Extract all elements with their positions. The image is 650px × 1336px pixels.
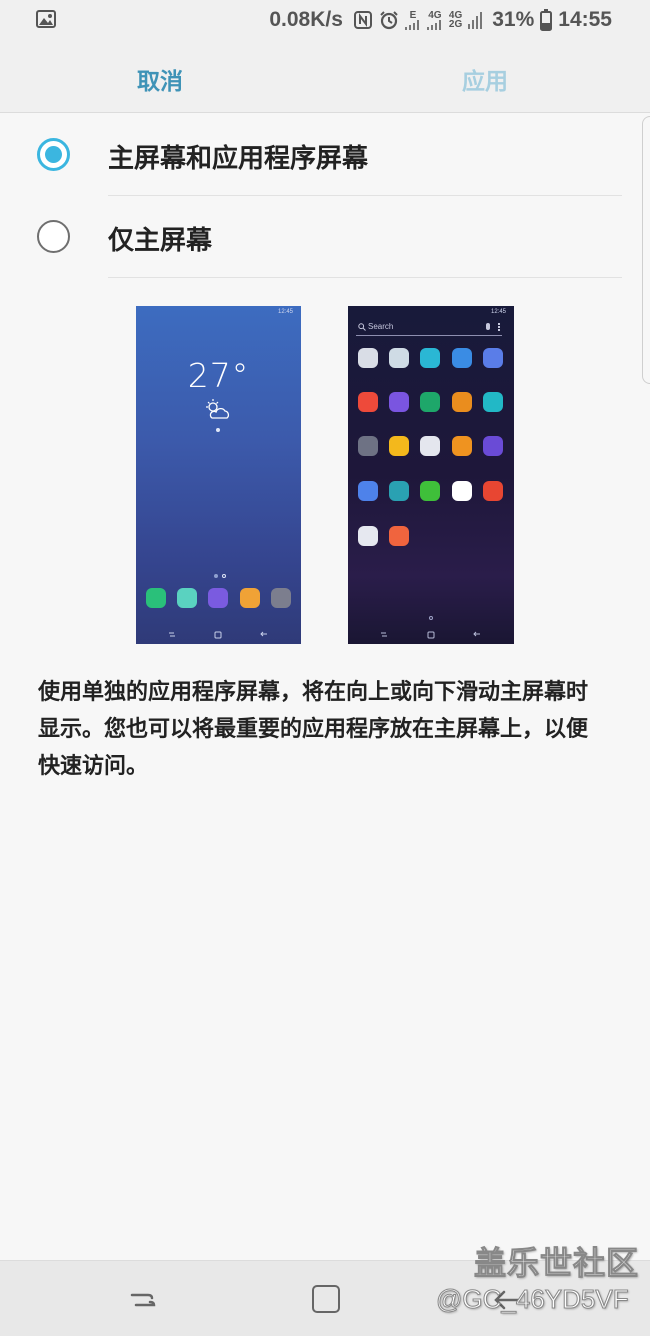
gallery-icon bbox=[36, 10, 56, 28]
option-label: 仅主屏幕 bbox=[108, 226, 213, 256]
description-text: 使用单独的应用程序屏幕，将在向上或向下滑动主屏幕时显示。您也可以将最重要的应用程… bbox=[38, 680, 589, 779]
app-icon bbox=[483, 348, 503, 368]
more-options-icon bbox=[498, 323, 500, 331]
page-indicator-dot bbox=[214, 574, 218, 578]
preview-search-bar: Search bbox=[356, 320, 502, 336]
status-time: 14:55 bbox=[558, 8, 612, 31]
preview-status-time: 12:45 bbox=[490, 309, 506, 315]
app-icon bbox=[420, 481, 440, 501]
apply-button[interactable]: 应用 bbox=[462, 62, 508, 96]
app-icon bbox=[389, 348, 409, 368]
nfc-icon bbox=[353, 11, 372, 29]
dock-app-icon bbox=[240, 588, 260, 608]
app-icon bbox=[389, 436, 409, 456]
back-icon bbox=[260, 631, 267, 637]
weather-icon bbox=[206, 399, 230, 419]
recent-apps-icon[interactable] bbox=[128, 1285, 158, 1315]
scroll-indicator bbox=[642, 116, 650, 384]
watermark-brand: 盖乐世社区 bbox=[473, 1244, 640, 1283]
preview-weather-temp: 27° bbox=[187, 356, 250, 395]
search-placeholder: Search bbox=[368, 322, 394, 331]
app-icon bbox=[483, 481, 503, 501]
app-icon bbox=[483, 436, 503, 456]
app-icon bbox=[389, 526, 409, 546]
cancel-button[interactable]: 取消 bbox=[137, 62, 183, 96]
recent-apps-icon bbox=[381, 632, 387, 637]
battery-percent: 31% bbox=[492, 8, 535, 31]
recent-apps-icon bbox=[169, 632, 175, 637]
option-home-and-apps[interactable]: 主屏幕和应用程序屏幕 bbox=[0, 114, 622, 196]
app-icon bbox=[358, 526, 378, 546]
dot bbox=[216, 428, 220, 432]
back-icon bbox=[473, 631, 480, 637]
mic-icon bbox=[486, 323, 490, 330]
app-icon bbox=[389, 481, 409, 501]
alarm-icon bbox=[380, 11, 398, 30]
radio-button[interactable] bbox=[37, 220, 70, 253]
option-home-only[interactable]: 仅主屏幕 bbox=[0, 196, 622, 278]
apps-screen-preview: 12:45 Search bbox=[348, 306, 514, 644]
network-speed: 0.08K/s bbox=[269, 8, 343, 31]
app-icon bbox=[452, 392, 472, 412]
app-icon bbox=[389, 392, 409, 412]
app-icon bbox=[420, 392, 440, 412]
network-type-e: E bbox=[404, 10, 421, 30]
radio-button-selected[interactable] bbox=[37, 138, 70, 171]
watermark-user: @GC_46YD5VF bbox=[436, 1284, 630, 1315]
signal-icon bbox=[468, 12, 483, 29]
app-icon bbox=[358, 392, 378, 412]
app-icon bbox=[420, 348, 440, 368]
action-bar: 取消 应用 bbox=[0, 40, 650, 113]
app-icon bbox=[358, 348, 378, 368]
page-indicator-home bbox=[222, 574, 226, 578]
app-icon bbox=[452, 436, 472, 456]
page-indicator-home bbox=[429, 616, 433, 620]
home-icon bbox=[214, 631, 222, 639]
app-icon bbox=[358, 436, 378, 456]
app-icon bbox=[483, 392, 503, 412]
network-type-4g: 4G bbox=[426, 10, 443, 30]
option-label: 主屏幕和应用程序屏幕 bbox=[108, 144, 369, 174]
dock-app-icon bbox=[208, 588, 228, 608]
dock-app-icon bbox=[271, 588, 291, 608]
signal-icon bbox=[426, 19, 441, 30]
app-icon bbox=[420, 436, 440, 456]
home-screen-preview: 12:45 27° bbox=[136, 306, 301, 644]
app-icon bbox=[358, 481, 378, 501]
home-button[interactable] bbox=[312, 1285, 340, 1313]
battery-icon bbox=[540, 9, 553, 31]
network-type-4g-2g: 4G 2G bbox=[448, 10, 463, 30]
signal-icon bbox=[404, 19, 419, 30]
dock-app-icon bbox=[146, 588, 166, 608]
home-icon bbox=[427, 631, 435, 639]
preview-status-time: 12:45 bbox=[277, 309, 293, 315]
search-icon bbox=[358, 323, 366, 331]
divider bbox=[108, 277, 622, 278]
status-bar: 0.08K/s E 4G 4G 2G 31% 14:55 bbox=[0, 0, 650, 40]
app-icon bbox=[452, 481, 472, 501]
app-icon bbox=[452, 348, 472, 368]
dock-app-icon bbox=[177, 588, 197, 608]
